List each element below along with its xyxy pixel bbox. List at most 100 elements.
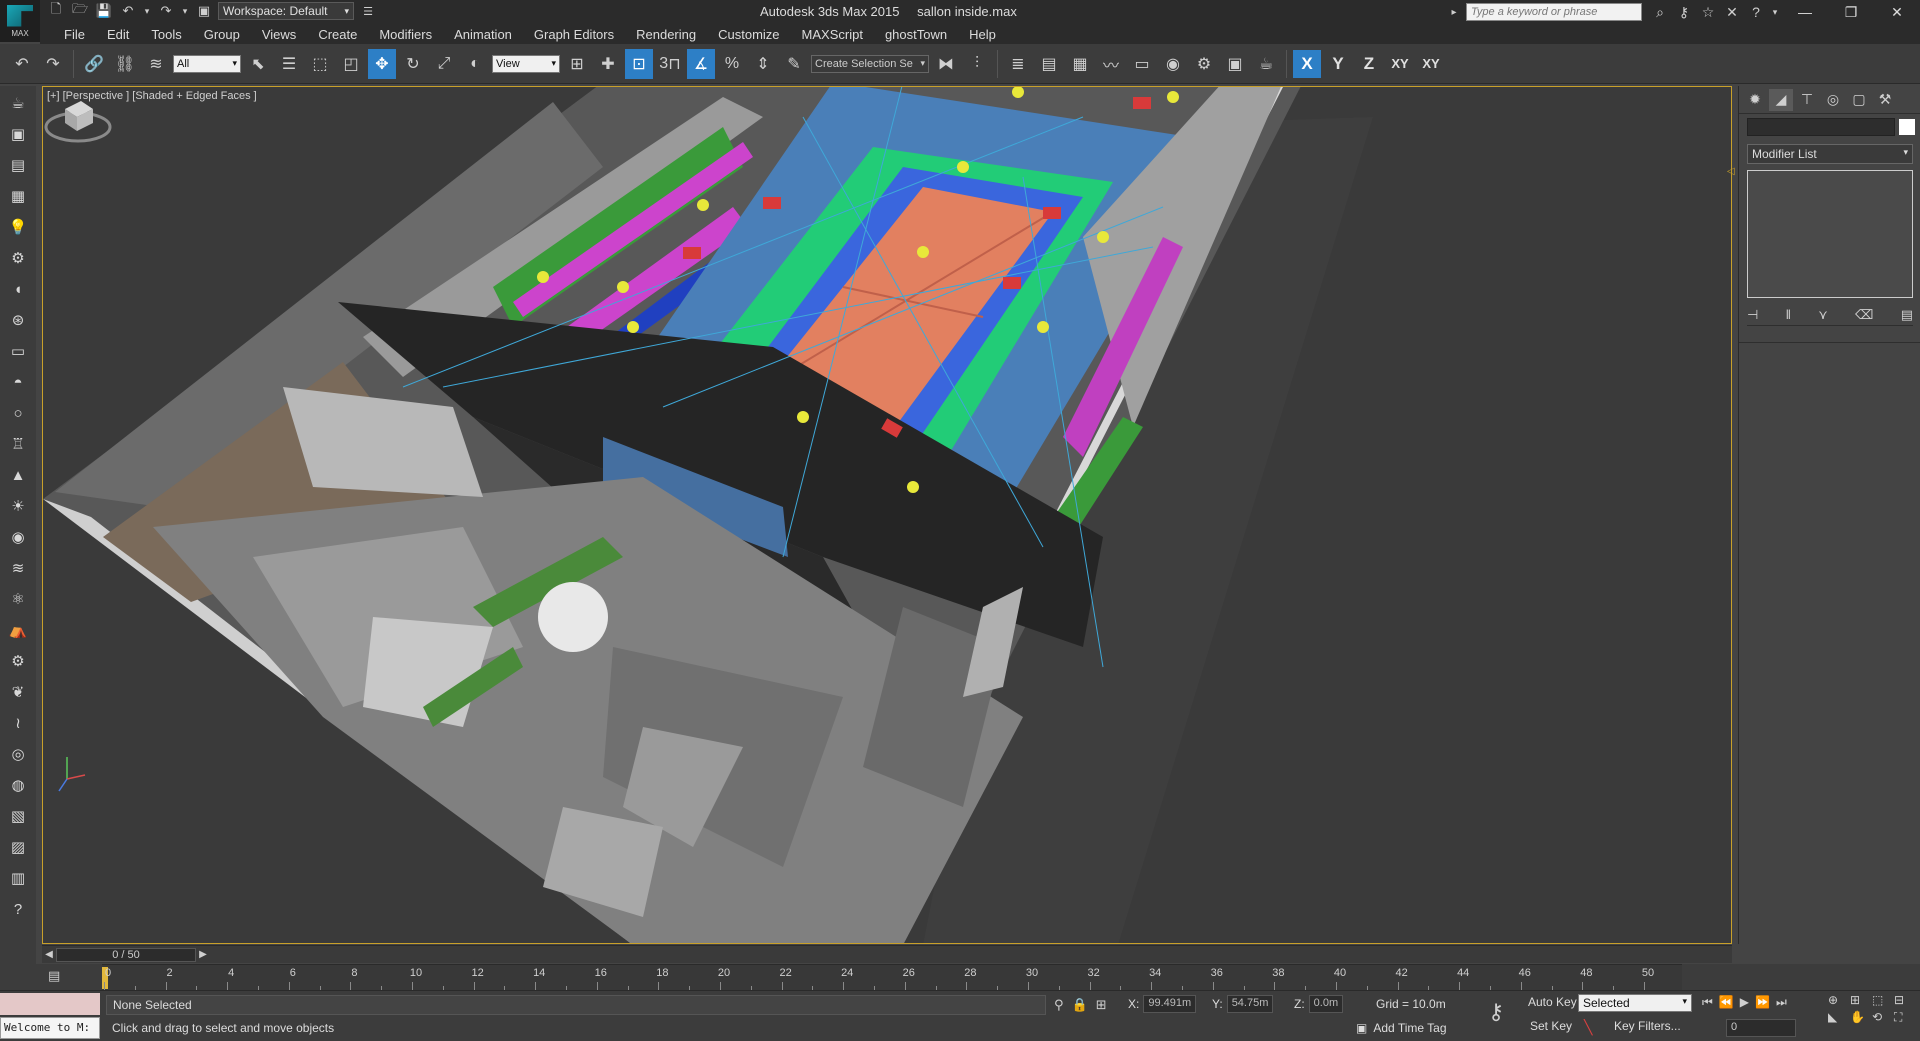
search-input[interactable]: Type a keyword or phrase (1466, 3, 1642, 21)
teapot-icon[interactable]: ☕ (4, 90, 32, 116)
globe-icon[interactable]: ◍ (4, 772, 32, 798)
maximize-viewport-icon[interactable]: ⛶ (1894, 1010, 1914, 1025)
show-end-result-icon[interactable]: ‖ (1786, 307, 1791, 322)
mini-curve-editor-icon[interactable]: ▤ (48, 968, 66, 984)
selection-lock-icon[interactable]: 🔒 (1072, 997, 1088, 1013)
rendered-frame-window-icon[interactable]: ▣ (1221, 49, 1249, 79)
isolate-selection-icon[interactable]: ⚲ (1054, 997, 1064, 1013)
unlink-icon[interactable]: ⛓ (111, 49, 139, 79)
track-ruler[interactable]: 0 2 4 6 8 10 12 14 16 18 20 22 24 26 28 30 32 34 36 38 40 42 4… (102, 964, 1682, 990)
named-selection-set-dropdown[interactable]: Create Selection Se ▾ (811, 54, 929, 73)
edit-named-selection-icon[interactable]: ✎ (780, 49, 808, 79)
disc-icon[interactable]: ◉ (4, 524, 32, 550)
scene-explorer-icon[interactable]: ▤ (1035, 49, 1063, 79)
key-filters-button[interactable]: Key Filters... (1614, 1019, 1681, 1033)
axis-constraint-x[interactable]: X (1293, 49, 1321, 78)
key-filter-selection-dropdown[interactable]: Selected ▾ (1578, 994, 1692, 1012)
menu-maxscript[interactable]: MAXScript (792, 27, 875, 42)
select-and-move-icon[interactable]: ✥ (368, 48, 396, 79)
time-slider-prev-icon[interactable]: ◀ (42, 949, 56, 960)
axis-constraint-xy[interactable]: XY (1386, 50, 1414, 78)
select-manipulate-icon[interactable]: ✚ (594, 49, 622, 79)
camera-icon[interactable]: ⊛ (4, 307, 32, 333)
hair-fur-icon[interactable]: ≀ (4, 710, 32, 736)
menu-modifiers[interactable]: Modifiers (369, 27, 444, 42)
robot-icon[interactable]: ⚙ (4, 245, 32, 271)
time-slider[interactable]: ◀ 0 / 50 ▶ (42, 945, 1732, 963)
set-key-button[interactable]: Set Key (1530, 1019, 1572, 1033)
angle-snap-icon[interactable]: ∡ (687, 48, 715, 79)
go-to-start-icon[interactable]: ⏮ (1702, 995, 1713, 1010)
menu-ghosttown[interactable]: ghostTown (875, 27, 959, 42)
time-slider-thumb[interactable]: 0 / 50 (56, 947, 196, 962)
sphere-icon[interactable]: ○ (4, 400, 32, 426)
help-dropdown-icon[interactable]: ▾ (1768, 2, 1782, 22)
plane-icon[interactable]: ▭ (4, 338, 32, 364)
layer-manager-icon[interactable]: ≣ (1004, 49, 1032, 79)
rectangular-selection-icon[interactable]: ⬚ (306, 49, 334, 79)
percent-snap-icon[interactable]: % (718, 49, 746, 79)
key-subscription-icon[interactable]: ⚷ (1672, 2, 1696, 22)
gear-icon[interactable]: ⚙ (4, 648, 32, 674)
default-in-out-tangent-icon[interactable]: ╲ (1584, 1019, 1600, 1035)
render-production-icon[interactable]: ☕ (1252, 49, 1280, 79)
pin-stack-icon[interactable]: ⊣ (1747, 307, 1758, 323)
light-bulb-icon[interactable]: 💡 (4, 214, 32, 240)
coord-y-input[interactable]: 54.75m (1226, 995, 1274, 1013)
utilities-tab-icon[interactable]: ⚒ (1873, 89, 1897, 111)
absolute-relative-icon[interactable]: ⊞ (1096, 997, 1107, 1013)
material-editor-icon[interactable]: ◉ (1159, 49, 1187, 79)
set-keys-mode-icon[interactable]: ⚷ (1488, 999, 1504, 1025)
menu-help[interactable]: Help (959, 27, 1008, 42)
hair-icon[interactable]: ≋ (4, 555, 32, 581)
keyboard-shortcut-override-icon[interactable]: ⊡ (625, 48, 653, 79)
undo-icon[interactable]: ↶ (118, 2, 138, 20)
menu-customize[interactable]: Customize (708, 27, 791, 42)
star-favorites-icon[interactable]: ☆ (1696, 2, 1720, 22)
display-tab-icon[interactable]: ▢ (1847, 89, 1871, 111)
molecule-icon[interactable]: ⚛ (4, 586, 32, 612)
save-file-icon[interactable]: 💾 (94, 2, 114, 20)
binoculars-icon[interactable]: ⌕ (1648, 2, 1672, 22)
make-unique-icon[interactable]: ⋎ (1818, 307, 1828, 323)
current-frame-input[interactable]: 0 (1726, 1019, 1796, 1037)
select-and-link-icon[interactable]: 🔗 (80, 49, 108, 79)
spinner-snap-icon[interactable]: ⇕ (749, 49, 777, 79)
menu-edit[interactable]: Edit (97, 27, 141, 42)
pan-view-icon[interactable]: ✋ (1850, 1010, 1870, 1025)
menu-tools[interactable]: Tools (141, 27, 193, 42)
search-expand-icon[interactable]: ▸ (1442, 2, 1466, 22)
object-name-field[interactable] (1747, 118, 1895, 136)
undo-icon[interactable]: ↶ (8, 49, 36, 79)
hierarchy-tab-icon[interactable]: ⊤ (1795, 89, 1819, 111)
redo-dropdown-icon[interactable]: ▾ (180, 2, 190, 20)
align-icon[interactable]: ⫶ (963, 49, 991, 79)
view-cube-icon[interactable] (43, 87, 113, 147)
audio-icon[interactable]: ◖ (4, 276, 32, 302)
scene-states-icon[interactable]: ▤ (4, 152, 32, 178)
dome-icon[interactable]: ◓ (4, 369, 32, 395)
reference-coordinate-dropdown[interactable]: View ▾ (492, 54, 560, 73)
coord-z-input[interactable]: 0.0m (1308, 995, 1344, 1013)
workspace-dropdown[interactable]: Workspace: Default ▾ (218, 2, 354, 20)
close-button[interactable]: ✕ (1874, 0, 1920, 24)
grid-panel-icon[interactable]: ▦ (4, 183, 32, 209)
coord-x-input[interactable]: 99.491m (1143, 995, 1197, 1013)
select-and-rotate-icon[interactable]: ↻ (399, 49, 427, 79)
sun-icon[interactable]: ☀ (4, 493, 32, 519)
orbit-icon[interactable]: ⟲ (1872, 1010, 1892, 1025)
maxscript-listener-output[interactable] (0, 993, 100, 1015)
viewport-canvas-icon[interactable]: ▨ (4, 834, 32, 860)
configure-sets-icon[interactable]: ▤ (1901, 307, 1913, 323)
menu-graph-editors[interactable]: Graph Editors (524, 27, 626, 42)
asset-icon[interactable]: ▥ (4, 865, 32, 891)
menu-views[interactable]: Views (252, 27, 308, 42)
application-menu-button[interactable]: MAX (0, 0, 40, 42)
cone-icon[interactable]: ▲ (4, 462, 32, 488)
open-file-icon[interactable]: 🗁 (70, 1, 90, 20)
help-circle-icon[interactable]: ? (4, 896, 32, 922)
bind-space-warp-icon[interactable]: ≋ (142, 49, 170, 79)
quick-access-more-icon[interactable]: ☰ (358, 2, 378, 20)
tent-icon[interactable]: ⛺ (4, 617, 32, 643)
axis-constraint-y[interactable]: Y (1324, 50, 1352, 78)
